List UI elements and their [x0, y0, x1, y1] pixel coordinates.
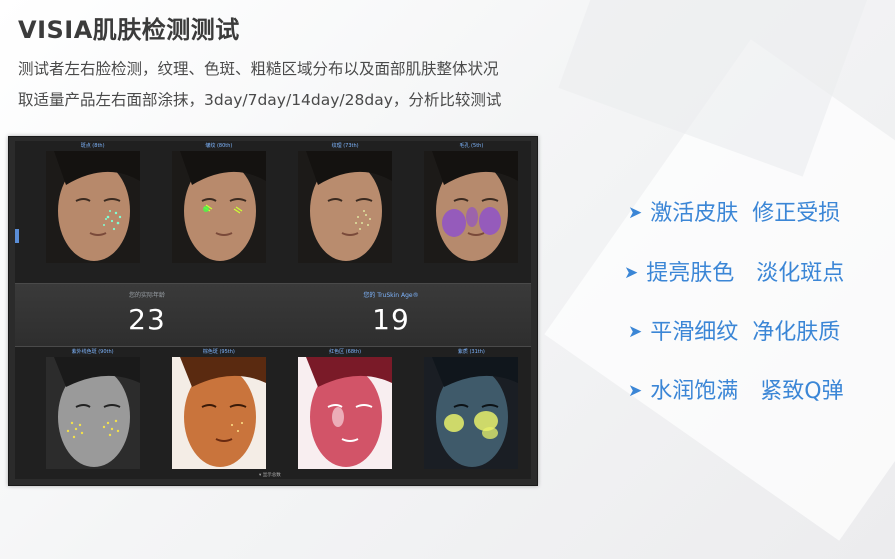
- background-decoration: [544, 39, 895, 541]
- analysis-cell-uv[interactable]: 紫外线色斑 (90th): [33, 347, 152, 479]
- face-image-brown-spots: [171, 357, 266, 469]
- analysis-label: 棕色斑 (95th): [202, 349, 235, 355]
- benefit-text-a: 激活皮肤: [650, 201, 739, 226]
- background-decoration: [558, 0, 892, 177]
- benefit-text-a: 平滑细纹: [650, 320, 739, 345]
- real-age-value: 23: [128, 303, 166, 336]
- show-totals-toggle[interactable]: ▾ 显示总数: [259, 472, 281, 478]
- analysis-cell-red-areas[interactable]: 红色区 (68th): [286, 347, 405, 479]
- age-band: 您的实际年龄 23 您的 TruSkin Age® 19: [15, 283, 531, 347]
- analysis-cell-texture[interactable]: 纹理 (73th): [286, 141, 405, 277]
- analysis-row-top: 斑点 (8th) 皱纹 (80th) 纹理 (73th) 毛孔 (5th): [15, 141, 531, 277]
- benefit-text-a: 水润饱满: [650, 379, 739, 404]
- analysis-cell-brown-spots[interactable]: 棕色斑 (95th): [159, 347, 278, 479]
- analysis-label: 斑点 (8th): [80, 143, 105, 149]
- benefit-item: ➤ 提亮肤色 淡化斑点: [624, 255, 844, 287]
- face-image-red-areas: [298, 357, 393, 469]
- face-image-texture: [298, 151, 393, 263]
- truskin-age-block: 您的 TruSkin Age® 19: [311, 290, 471, 336]
- real-age-block: 您的实际年龄 23: [67, 290, 227, 336]
- triangle-right-icon: ➤: [624, 263, 639, 283]
- truskin-age-value: 19: [372, 303, 410, 336]
- description-line-2: 取适量产品左右面部涂抹，3day/7day/14day/28day，分析比较测试: [18, 91, 502, 109]
- benefit-item: ➤ 平滑细纹 净化肤质: [628, 314, 840, 346]
- benefit-text-b: 净化肤质: [752, 320, 841, 345]
- triangle-right-icon: ➤: [628, 203, 643, 223]
- analysis-cell-pores[interactable]: 毛孔 (5th): [412, 141, 531, 277]
- triangle-right-icon: ➤: [628, 381, 643, 401]
- analysis-label: 红色区 (68th): [329, 349, 362, 355]
- triangle-right-icon: ➤: [628, 322, 643, 342]
- face-image-uv: [45, 357, 140, 469]
- benefit-item: ➤ 水润饱满 紧致Q弹: [628, 373, 844, 405]
- benefit-text-b: 淡化斑点: [756, 261, 845, 286]
- visia-report-screenshot: 斑点 (8th) 皱纹 (80th) 纹理 (73th) 毛孔 (5th) 您的…: [8, 136, 538, 486]
- truskin-age-label: 您的 TruSkin Age®: [363, 292, 419, 299]
- analysis-cell-spots[interactable]: 斑点 (8th): [33, 141, 152, 277]
- visia-report-panel: 斑点 (8th) 皱纹 (80th) 纹理 (73th) 毛孔 (5th) 您的…: [15, 141, 531, 479]
- analysis-label: 紫质 (31th): [457, 349, 485, 355]
- face-image-porphyrins: [424, 357, 519, 469]
- analysis-label: 毛孔 (5th): [459, 143, 484, 149]
- face-image-wrinkles: [171, 151, 266, 263]
- face-image-pores: [424, 151, 519, 263]
- benefit-text-a: 提亮肤色: [646, 261, 735, 286]
- face-image-spots: [45, 151, 140, 263]
- real-age-label: 您的实际年龄: [128, 292, 165, 299]
- analysis-label: 紫外线色斑 (90th): [71, 349, 114, 355]
- analysis-label: 纹理 (73th): [331, 143, 359, 149]
- page-title: VISIA肌肤检测测试: [18, 16, 240, 44]
- benefit-text-b: 修正受损: [752, 201, 841, 226]
- benefit-item: ➤ 激活皮肤 修正受损: [628, 195, 840, 227]
- analysis-row-bottom: 紫外线色斑 (90th) 棕色斑 (95th) 红色区 (68th) 紫质 (3…: [15, 347, 531, 479]
- analysis-cell-porphyrins[interactable]: 紫质 (31th): [412, 347, 531, 479]
- description-line-1: 测试者左右脸检测，纹理、色斑、粗糙区域分布以及面部肌肤整体状况: [18, 60, 499, 78]
- analysis-label: 皱纹 (80th): [205, 143, 233, 149]
- benefit-text-b: 紧致Q弹: [760, 379, 844, 404]
- analysis-cell-wrinkles[interactable]: 皱纹 (80th): [159, 141, 278, 277]
